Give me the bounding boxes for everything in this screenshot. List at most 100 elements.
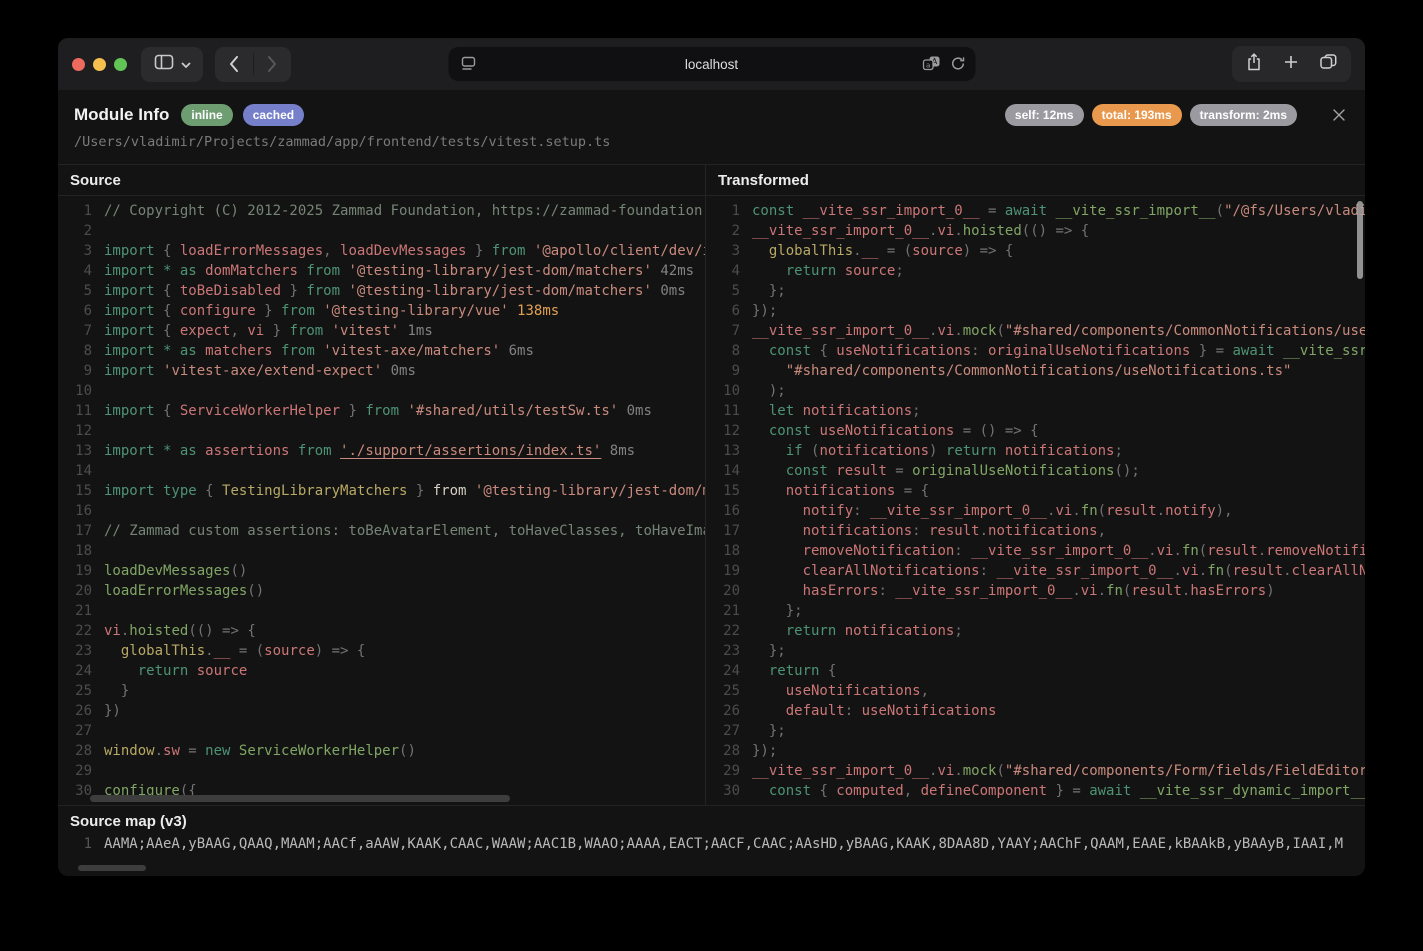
code-token: from	[306, 283, 349, 299]
code-text: }	[104, 681, 129, 701]
code-token: =	[886, 463, 913, 479]
line-number: 13	[75, 443, 92, 459]
zoom-window-button[interactable]	[114, 57, 127, 71]
back-button[interactable]	[215, 47, 253, 82]
code-token: notifications	[819, 443, 930, 459]
code-token: ServiceWorkerHelper	[238, 743, 400, 759]
code-token: default	[785, 703, 845, 719]
code-token: .	[1173, 563, 1182, 579]
code-token: mock	[962, 763, 997, 779]
back-icon	[230, 56, 239, 72]
code-token: hoisted	[962, 223, 1022, 239]
code-token: originalUseNotifications	[988, 343, 1191, 359]
code-token: }	[407, 483, 433, 499]
line-number: 5	[731, 283, 740, 299]
forward-button[interactable]	[254, 47, 292, 82]
code-line: 16	[58, 501, 705, 521]
code-token: useNotifications	[836, 343, 972, 359]
close-button[interactable]	[1329, 105, 1349, 125]
code-line: 9 import 'vitest-axe/extend-expect' 0ms	[58, 361, 705, 381]
transformed-vertical-scrollbar[interactable]	[1357, 201, 1363, 279]
tabs-icon	[1320, 54, 1337, 69]
code-token: __vite_ssr_import_0__	[971, 543, 1149, 559]
source-panel: Source 1 // Copyright (C) 2012-2025 Zamma…	[58, 165, 706, 805]
code-text: import { configure } from '@testing-libr…	[104, 301, 559, 321]
code-token: 1ms	[399, 323, 433, 339]
code-token: (	[996, 763, 1005, 779]
line-number: 16	[75, 503, 92, 519]
line-number: 7	[83, 323, 92, 339]
code-token: import	[104, 283, 164, 299]
line-number: 24	[75, 663, 92, 679]
address-bar[interactable]: localhost Aa	[448, 47, 975, 81]
code-token: 138ms	[508, 303, 560, 319]
tab-overview-button[interactable]	[1320, 54, 1337, 74]
source-horizontal-scrollbar[interactable]	[90, 795, 510, 802]
code-text: );	[752, 381, 786, 401]
code-token: // Zammad custom assertions: toBeAvatarE…	[104, 523, 705, 539]
code-line: 4 return source;	[706, 261, 1365, 281]
close-window-button[interactable]	[72, 57, 85, 71]
code-text: import { expect, vi } from 'vitest' 1ms	[104, 321, 433, 341]
code-token: '@testing-library/jest-dom/matchers'	[474, 483, 705, 499]
browser-toolbar: localhost Aa	[58, 38, 1365, 90]
code-token: {	[819, 783, 837, 799]
code-line: 29 __vite_ssr_import_0__.vi.mock("#shared…	[706, 761, 1365, 781]
code-text: let notifications;	[752, 401, 921, 421]
code-token: "#shared/components/CommonNotifications/…	[785, 363, 1292, 379]
code-token: 'vitest-axe/matchers'	[323, 343, 501, 359]
code-token: = (	[878, 243, 913, 259]
share-button[interactable]	[1246, 52, 1262, 76]
code-token: {	[163, 243, 180, 259]
new-tab-button[interactable]	[1284, 55, 1298, 74]
code-token: source	[912, 243, 963, 259]
code-text: return {	[752, 661, 836, 681]
code-token: hasErrors	[802, 583, 879, 599]
code-token: import	[104, 403, 164, 419]
code-token: ();	[1114, 463, 1140, 479]
code-token: loadErrorMessages	[179, 243, 324, 259]
reload-icon[interactable]	[950, 56, 965, 76]
code-token: result	[929, 523, 980, 539]
minimize-window-button[interactable]	[93, 57, 106, 71]
code-text: __vite_ssr_import_0__.vi.mock("#shared/c…	[752, 761, 1365, 781]
code-token: ) => {	[314, 643, 366, 659]
forward-icon	[267, 56, 276, 72]
line-number: 25	[75, 683, 92, 699]
code-token: (	[1224, 563, 1233, 579]
code-line: 12	[58, 421, 705, 441]
code-token: notifications	[988, 523, 1098, 539]
code-text: notify: __vite_ssr_import_0__.vi.fn(resu…	[752, 501, 1233, 521]
code-token: result	[1232, 563, 1284, 579]
code-text: removeNotification: __vite_ssr_import_0_…	[752, 541, 1365, 561]
code-token: result	[1131, 583, 1182, 599]
code-text: return source	[104, 661, 248, 681]
code-line: 10 );	[706, 381, 1365, 401]
code-token: ;	[912, 403, 921, 419]
code-token: };	[752, 603, 803, 619]
code-token: clearAllNotifications	[1291, 563, 1365, 579]
sourcemap-horizontal-scrollbar[interactable]	[78, 865, 146, 871]
code-text: })	[104, 701, 121, 721]
translate-icon[interactable]: Aa	[922, 56, 940, 76]
code-line: 29	[58, 761, 705, 781]
code-token: 42ms	[651, 263, 695, 279]
code-token: :	[971, 343, 989, 359]
code-line: 5 import { toBeDisabled } from '@testing-…	[58, 281, 705, 301]
sidebar-toggle-button[interactable]	[141, 46, 203, 82]
code-token: .	[1198, 563, 1208, 579]
code-text: import * as assertions from './support/a…	[104, 441, 635, 461]
code-token: );	[752, 383, 786, 399]
code-line: 2	[58, 221, 705, 241]
code-token: __vite_ssr_import_0__	[752, 223, 930, 239]
page-icon[interactable]	[460, 55, 476, 77]
code-token: __vite_ssr_import_0__	[752, 763, 930, 779]
code-text: clearAllNotifications: __vite_ssr_import…	[752, 561, 1365, 581]
code-token: await	[1004, 203, 1056, 219]
line-number: 28	[75, 743, 92, 759]
